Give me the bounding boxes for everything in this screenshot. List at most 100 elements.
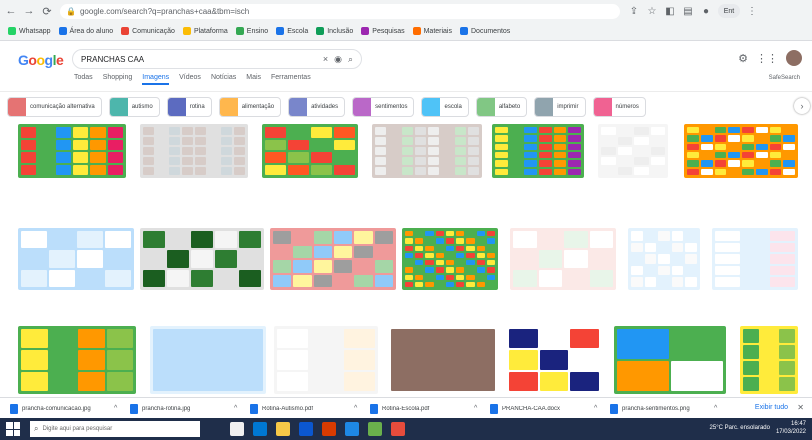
result-thumbnail[interactable] (150, 326, 266, 394)
related-chip[interactable]: alimentação (218, 97, 282, 117)
chevron-up-icon[interactable]: ^ (474, 405, 477, 412)
share-icon[interactable]: ⇪ (628, 5, 640, 17)
result-thumbnail[interactable] (18, 326, 136, 394)
image-result[interactable] (18, 124, 126, 198)
download-item[interactable]: prancha-comunicacao.jpg ^ (10, 403, 120, 414)
google-logo[interactable]: Google (18, 52, 64, 68)
image-result[interactable] (372, 124, 482, 198)
bookmark-item[interactable]: Plataforma (182, 27, 228, 35)
image-result[interactable] (270, 228, 396, 310)
taskbar-app-icon[interactable] (322, 422, 336, 436)
clear-icon[interactable]: × (323, 54, 328, 64)
download-item[interactable]: prancha-rotina.jpg ^ (130, 403, 240, 414)
result-thumbnail[interactable] (270, 228, 396, 290)
chevron-up-icon[interactable]: ^ (114, 405, 117, 412)
bookmark-item[interactable]: Ensino (235, 27, 268, 35)
image-result[interactable] (18, 228, 134, 310)
bookmark-item[interactable]: Whatsapp (8, 27, 51, 35)
result-thumbnail[interactable] (740, 326, 798, 394)
taskbar-app-icon[interactable] (345, 422, 359, 436)
result-thumbnail[interactable] (262, 124, 358, 178)
result-thumbnail[interactable] (510, 228, 616, 290)
camera-icon[interactable]: ◉ (334, 54, 342, 65)
tab-notícias[interactable]: Notícias (211, 74, 236, 85)
image-result[interactable] (628, 228, 700, 310)
tab-shopping[interactable]: Shopping (103, 74, 133, 85)
chevron-up-icon[interactable]: ^ (714, 405, 717, 412)
taskbar-app-icon[interactable] (276, 422, 290, 436)
image-result[interactable] (140, 124, 248, 198)
result-thumbnail[interactable] (18, 228, 134, 290)
profile-button[interactable]: Ent (718, 4, 740, 18)
taskbar-app-icon[interactable] (253, 422, 267, 436)
result-thumbnail[interactable] (614, 326, 726, 394)
result-thumbnail[interactable] (372, 124, 482, 178)
settings-gear-icon[interactable]: ⚙ (738, 52, 748, 65)
result-thumbnail[interactable] (598, 124, 668, 178)
image-result[interactable] (684, 124, 798, 198)
result-thumbnail[interactable] (506, 326, 602, 394)
bookmark-item[interactable]: Área do aluno (58, 27, 113, 35)
chevron-up-icon[interactable]: ^ (594, 405, 597, 412)
back-icon[interactable]: ← (4, 4, 18, 18)
taskbar-app-icon[interactable] (230, 422, 244, 436)
weather-widget[interactable]: 25°C Parc. ensolarado (710, 425, 770, 431)
close-icon[interactable]: ✕ (797, 403, 804, 412)
related-chip[interactable]: atividades (288, 97, 346, 117)
safesearch-link[interactable]: SafeSearch (769, 75, 800, 81)
apps-grid-icon[interactable]: ⋮⋮ (756, 52, 778, 65)
windows-start-icon[interactable] (6, 422, 20, 436)
avatar[interactable] (786, 50, 802, 66)
search-box[interactable]: PRANCHAS CAA × ◉ ⌕ (72, 49, 362, 69)
chevron-up-icon[interactable]: ^ (234, 405, 237, 412)
related-chip[interactable]: rotina (166, 97, 212, 117)
extension-icon[interactable]: ◧ (664, 5, 676, 17)
tab-imagens[interactable]: Imagens (142, 74, 170, 85)
taskbar-app-icon[interactable] (299, 422, 313, 436)
search-query[interactable]: PRANCHAS CAA (81, 55, 317, 64)
forward-icon[interactable]: → (22, 4, 36, 18)
result-thumbnail[interactable] (402, 228, 498, 290)
result-thumbnail[interactable] (492, 124, 584, 178)
taskbar-app-icon[interactable] (391, 422, 405, 436)
download-item[interactable]: Rotina-Autismo.pdf ^ (250, 403, 360, 414)
image-result[interactable] (598, 124, 668, 198)
chevron-right-icon[interactable]: › (794, 98, 810, 114)
result-thumbnail[interactable] (140, 228, 264, 290)
bookmark-item[interactable]: Pesquisas (361, 27, 405, 35)
bookmark-item[interactable]: Escola (276, 27, 308, 35)
clock[interactable]: 16:47 17/03/2022 (776, 420, 806, 436)
tab-search-icon[interactable]: ▤ (682, 5, 694, 17)
result-thumbnail[interactable] (712, 228, 798, 290)
tab-mais[interactable]: Mais (246, 74, 261, 85)
related-chip[interactable]: alfabeto (475, 97, 528, 117)
tab-todas[interactable]: Todas (74, 74, 93, 85)
bookmark-item[interactable]: Inclusão (316, 27, 353, 35)
show-all-downloads-link[interactable]: Exibir tudo (755, 404, 788, 411)
result-thumbnail[interactable] (628, 228, 700, 290)
image-result[interactable] (402, 228, 498, 310)
related-chip[interactable]: sentimentos (352, 97, 415, 117)
result-thumbnail[interactable] (684, 124, 798, 178)
bookmark-item[interactable]: Materiais (412, 27, 452, 35)
image-result[interactable] (712, 228, 798, 310)
related-chip[interactable]: autismo (108, 97, 160, 117)
search-icon[interactable]: ⌕ (348, 54, 353, 65)
reload-icon[interactable]: ⟳ (40, 4, 54, 18)
result-thumbnail[interactable] (388, 326, 498, 394)
related-chip[interactable]: números (592, 97, 646, 117)
bookmark-star-icon[interactable]: ☆ (646, 5, 658, 17)
related-chip[interactable]: imprimir (534, 97, 586, 117)
download-item[interactable]: Rotina-Escola.pdf ^ (370, 403, 480, 414)
tab-ferramentas[interactable]: Ferramentas (271, 74, 311, 85)
taskbar-search[interactable]: ⌕ Digite aqui para pesquisar (30, 421, 200, 437)
image-result[interactable] (262, 124, 358, 198)
image-result[interactable] (510, 228, 616, 310)
download-item[interactable]: prancha-sentimentos.png ^ (610, 403, 720, 414)
result-thumbnail[interactable] (274, 326, 378, 394)
tab-vídeos[interactable]: Vídeos (179, 74, 201, 85)
profile-icon[interactable]: ● (700, 5, 712, 17)
result-thumbnail[interactable] (18, 124, 126, 178)
image-result[interactable] (492, 124, 584, 198)
related-chip[interactable]: escola (421, 97, 469, 117)
